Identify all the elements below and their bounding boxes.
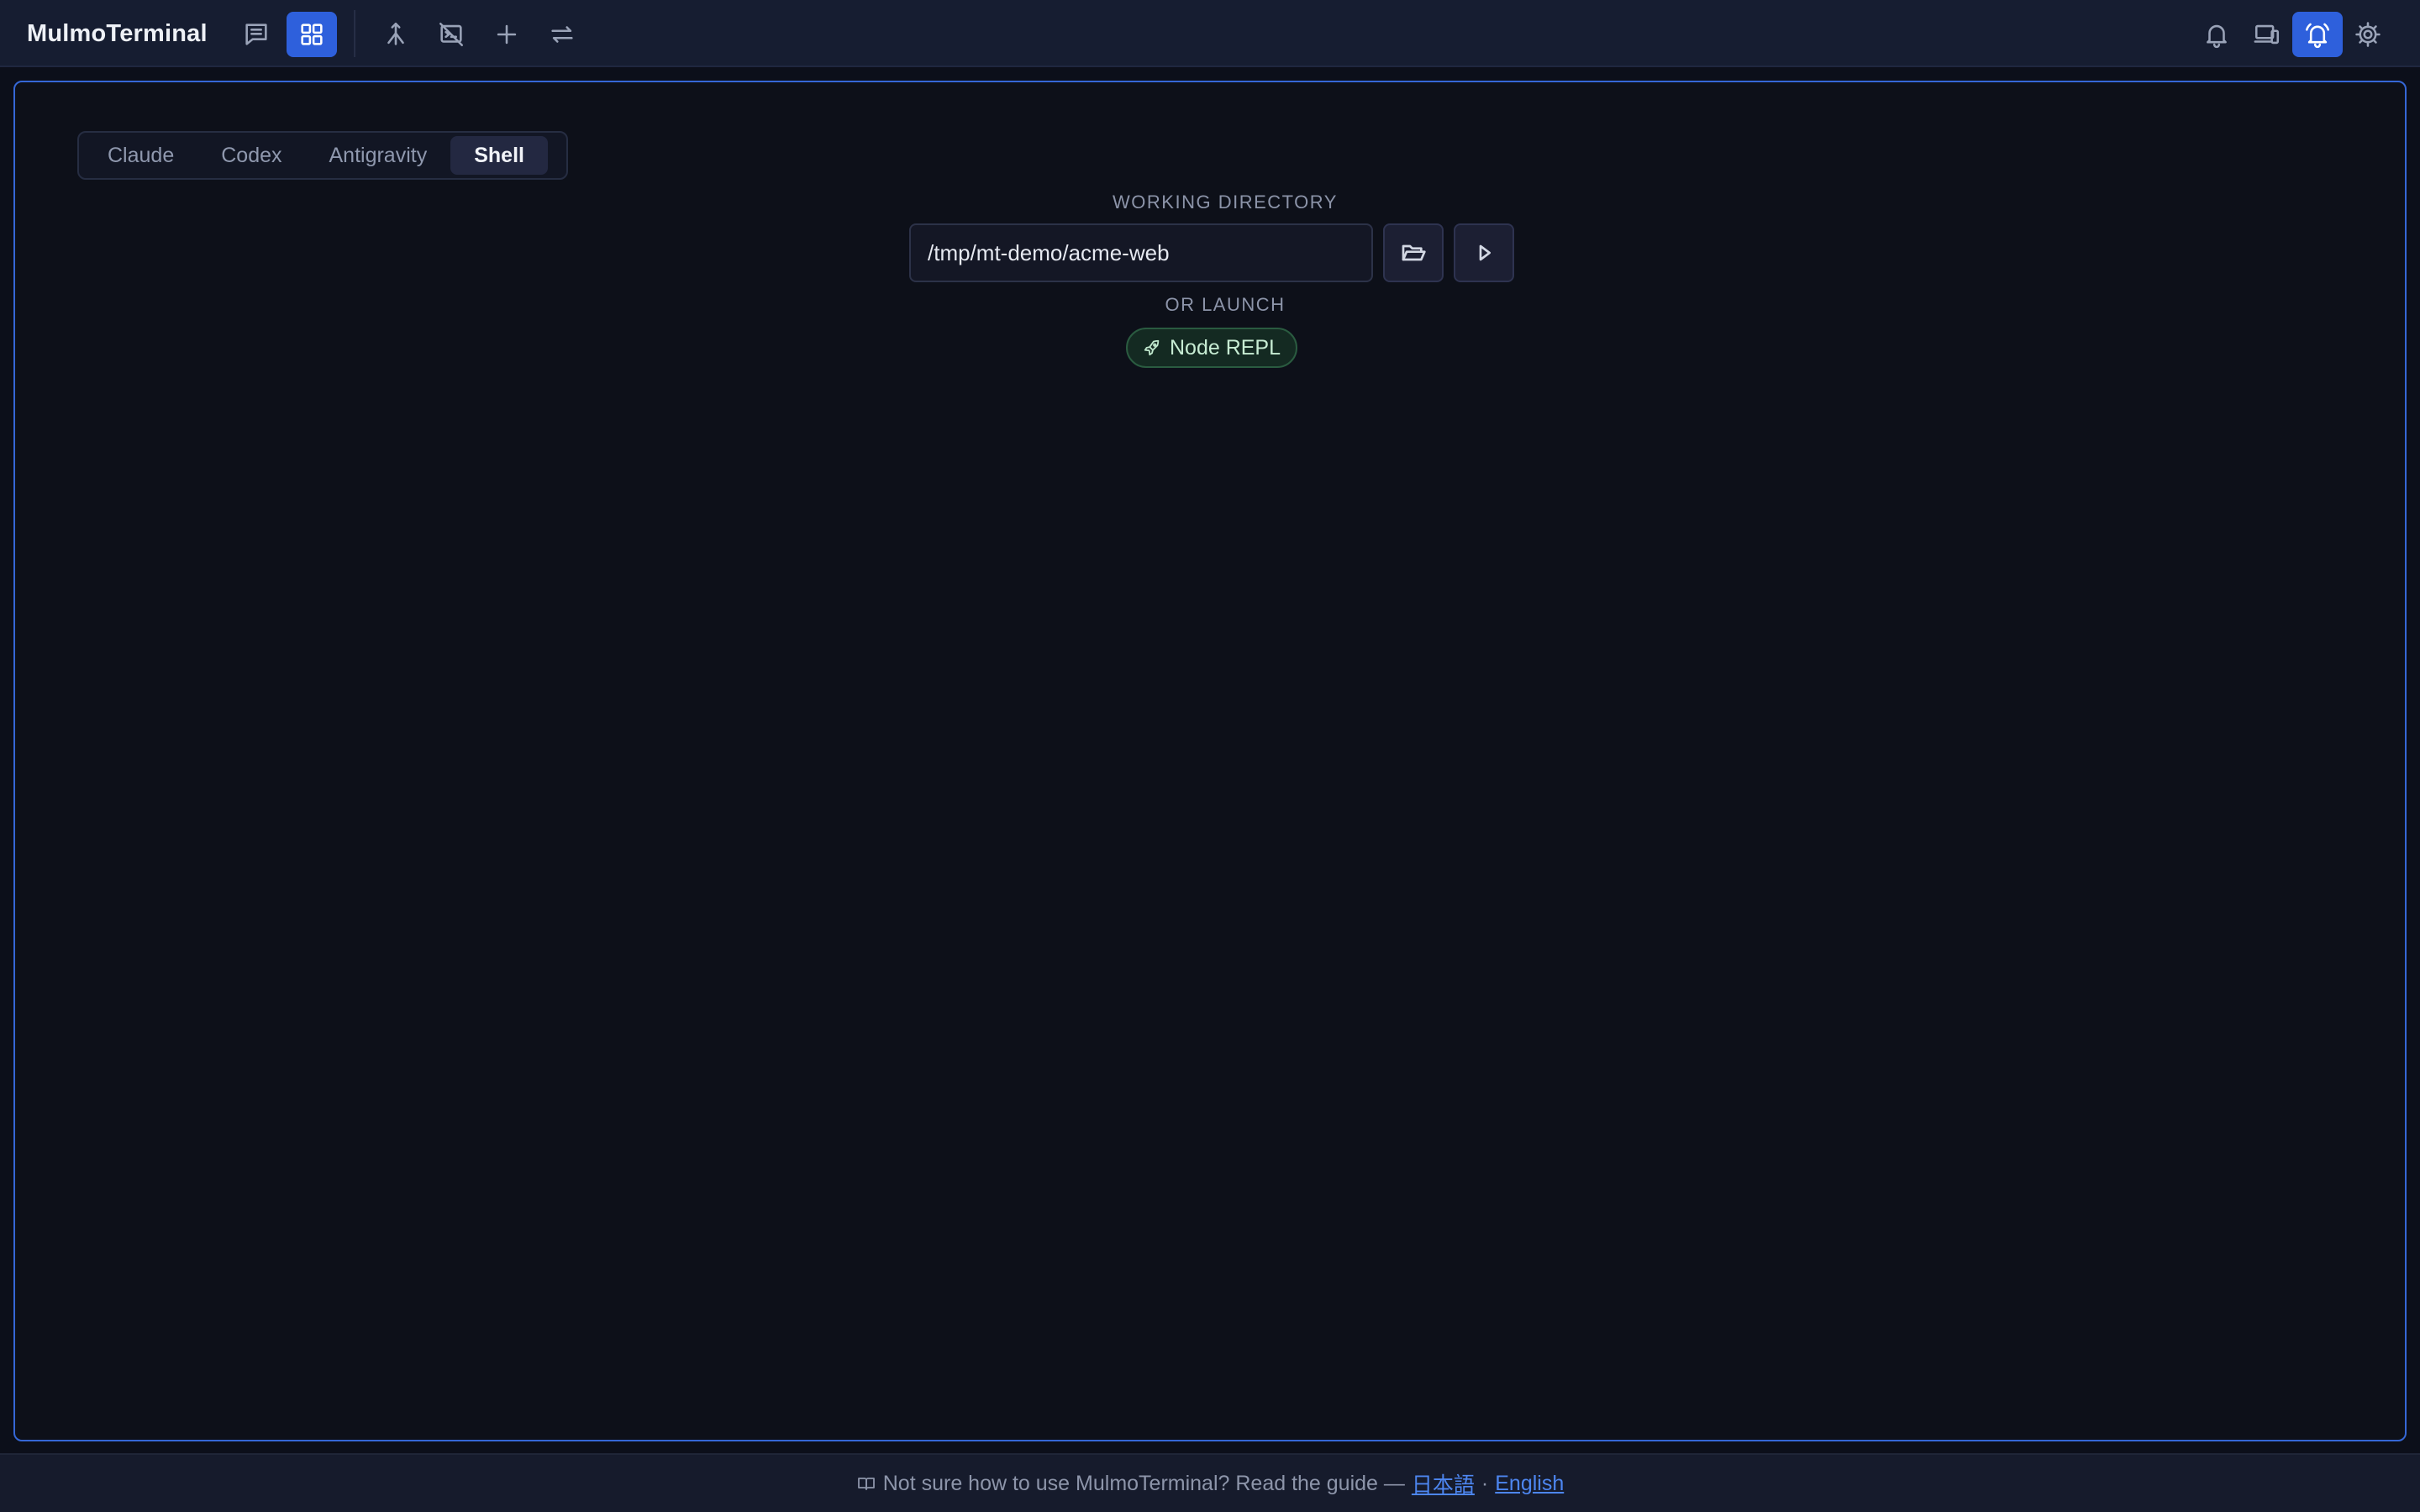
new-session-button[interactable] (481, 12, 532, 57)
settings-button[interactable] (2343, 12, 2393, 57)
grid-icon (301, 24, 323, 45)
gear-icon (2355, 22, 2381, 47)
tab-claude[interactable]: Claude (84, 136, 197, 175)
bell-ring-icon (2305, 23, 2330, 49)
devices-icon (2254, 24, 2280, 45)
toolbar-divider (354, 10, 355, 57)
play-icon (1479, 244, 1491, 261)
agent-tabs: Claude Codex Antigravity Shell (77, 131, 568, 180)
tab-shell[interactable]: Shell (450, 136, 548, 175)
merge-button[interactable] (371, 12, 421, 57)
guide-link-english[interactable]: English (1495, 1472, 1564, 1496)
book-icon (857, 1478, 875, 1490)
rocket-icon (1144, 339, 1160, 356)
start-session-button[interactable] (1454, 223, 1514, 282)
working-directory-label: WORKING DIRECTORY (1113, 192, 1338, 213)
footer-text: Not sure how to use MulmoTerminal? Read … (882, 1471, 1405, 1495)
launch-node-repl-label: Node REPL (1169, 335, 1281, 360)
alerts-toggle-button[interactable] (2292, 12, 2343, 57)
folder-open-icon (1402, 244, 1426, 261)
guide-link-japanese[interactable]: 日本語 (1412, 1468, 1475, 1499)
notifications-button[interactable] (2191, 12, 2242, 57)
devices-button[interactable] (2242, 12, 2292, 57)
chat-icon (245, 24, 267, 45)
bell-icon (2207, 24, 2227, 49)
browse-folder-button[interactable] (1383, 223, 1444, 282)
app-title: MulmoTerminal (27, 20, 208, 47)
tab-antigravity[interactable]: Antigravity (306, 136, 451, 175)
launch-node-repl-button[interactable]: Node REPL (1126, 328, 1297, 368)
footer: Not sure how to use MulmoTerminal? Read … (0, 1453, 2420, 1512)
or-launch-label: OR LAUNCH (1165, 294, 1286, 315)
session-panel: Claude Codex Antigravity Shell WORKING D… (13, 81, 2407, 1441)
working-directory-input[interactable] (909, 223, 1373, 282)
swap-button[interactable] (537, 12, 587, 57)
plus-icon (497, 24, 517, 45)
swap-icon (551, 26, 573, 43)
grid-view-button[interactable] (287, 12, 337, 57)
no-terminal-button[interactable] (426, 12, 476, 57)
top-bar: MulmoTerminal (0, 0, 2420, 67)
no-terminal-icon (439, 22, 464, 47)
tab-codex[interactable]: Codex (197, 136, 305, 175)
chat-button[interactable] (231, 12, 281, 57)
merge-icon (387, 22, 404, 45)
footer-separator: · (1481, 1471, 1489, 1495)
